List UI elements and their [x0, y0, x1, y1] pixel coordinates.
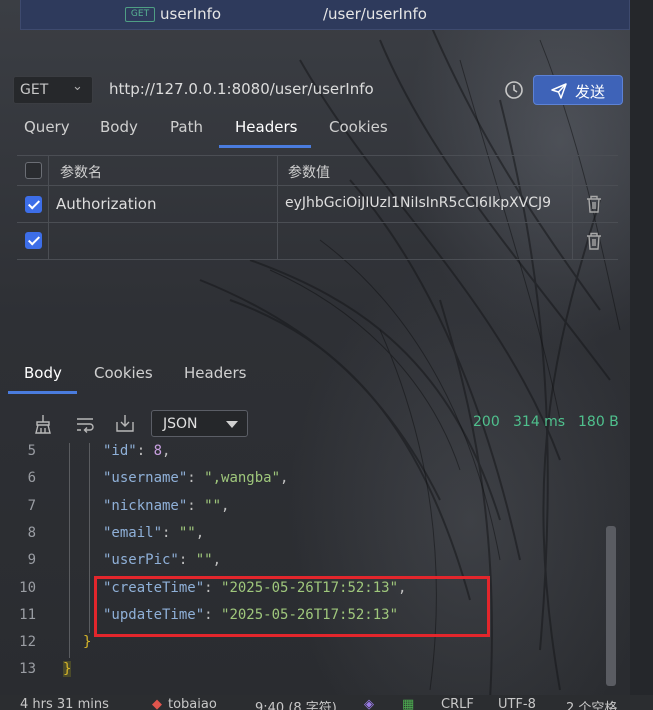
json-colon: :: [136, 443, 154, 459]
time-tracker[interactable]: 4 hrs 31 mins: [20, 697, 109, 710]
json-key: "id": [103, 443, 137, 459]
json-key: "username": [103, 470, 188, 487]
wrap-lines-icon[interactable]: [74, 413, 96, 435]
request-name: userInfo: [160, 5, 222, 23]
line-ending[interactable]: CRLF: [441, 697, 474, 710]
indent-guide: [69, 443, 70, 658]
table-border: [572, 155, 573, 259]
table-border: [17, 185, 618, 186]
indent-guide: [89, 443, 90, 633]
file-encoding[interactable]: UTF-8: [498, 697, 536, 710]
json-line: "email": "",: [103, 525, 204, 541]
row-enabled-checkbox[interactable]: [25, 196, 42, 213]
indent-setting[interactable]: 2 个空格: [566, 697, 617, 710]
delete-row-trash-icon[interactable]: [585, 194, 603, 214]
json-comma: ,: [221, 497, 230, 514]
format-broom-icon[interactable]: [32, 413, 54, 435]
tab-body[interactable]: Body: [100, 118, 138, 136]
method-badge: GET: [125, 7, 155, 22]
line-number: 13: [19, 661, 36, 678]
json-line: "id": 8,: [103, 443, 170, 459]
json-line: "username": ",wangba",: [103, 470, 288, 486]
table-border: [17, 259, 618, 260]
response-tab-body[interactable]: Body: [24, 364, 62, 382]
json-colon: :: [187, 497, 205, 514]
send-button[interactable]: 发送: [533, 75, 623, 105]
line-number: 10: [19, 579, 36, 596]
plugin-icon[interactable]: ◈: [364, 697, 374, 710]
active-tab-indicator: [219, 145, 311, 148]
line-number: 7: [27, 497, 36, 514]
closing-brace: }: [63, 661, 72, 678]
row-enabled-checkbox[interactable]: [25, 232, 42, 249]
method-select[interactable]: GET ⌄: [13, 76, 93, 104]
tab-headers[interactable]: Headers: [235, 118, 297, 136]
table-border: [48, 155, 49, 259]
response-time: 314 ms: [513, 414, 566, 430]
response-tab-cookies[interactable]: Cookies: [94, 364, 153, 382]
table-border: [17, 155, 618, 156]
closing-brace: }: [83, 634, 92, 651]
response-tab-headers[interactable]: Headers: [184, 364, 246, 382]
line-number: 8: [27, 524, 36, 541]
json-value: 8: [153, 443, 163, 459]
response-format-value: JSON: [163, 416, 198, 432]
tab-path[interactable]: Path: [170, 118, 203, 136]
caret-down-icon: [226, 421, 238, 428]
response-format-select[interactable]: JSON: [151, 410, 248, 437]
line-number: 11: [19, 606, 36, 623]
json-comma: ,: [280, 470, 289, 487]
project-name[interactable]: tobaiao: [168, 697, 217, 710]
header-value-cell[interactable]: eyJhbGciOiJIUzI1NiIsInR5cCI6IkpXVCJ9: [285, 195, 565, 211]
json-line: "nickname": "",: [103, 498, 229, 514]
json-value: "": [195, 552, 213, 569]
url-input[interactable]: http://127.0.0.1:8080/user/userInfo: [109, 80, 374, 98]
json-colon: :: [187, 470, 205, 487]
history-clock-icon[interactable]: [504, 80, 524, 100]
table-border: [277, 155, 278, 259]
grid-icon[interactable]: ▦: [402, 697, 414, 710]
send-button-label: 发送: [575, 83, 606, 101]
json-colon: :: [162, 524, 179, 541]
cursor-position[interactable]: 9:40 (8 字符): [255, 697, 337, 710]
json-comma: ,: [162, 443, 171, 459]
method-select-value: GET: [20, 82, 49, 98]
json-value: ",wangba": [204, 470, 281, 487]
line-number: 9: [27, 552, 36, 569]
send-plane-icon: [550, 82, 568, 100]
download-icon[interactable]: [114, 412, 136, 434]
tab-query[interactable]: Query: [24, 118, 70, 136]
line-number: 5: [27, 443, 36, 459]
status-code: 200: [473, 414, 500, 430]
json-key: "nickname": [103, 497, 188, 514]
header-name-cell[interactable]: Authorization: [56, 195, 156, 213]
select-all-checkbox[interactable]: [25, 162, 42, 179]
annotation-highlight-box: [94, 576, 490, 637]
chevron-down-icon: ⌄: [72, 79, 83, 94]
right-tool-strip: [630, 0, 653, 710]
json-comma: ,: [195, 524, 205, 541]
active-response-tab-indicator: [8, 391, 77, 394]
response-body-editor[interactable]: 5 "id": 8, 6 "username": ",wangba", 7 "nickna…: [0, 440, 620, 690]
json-key: "email": [103, 524, 163, 541]
delete-row-trash-icon[interactable]: [585, 231, 603, 251]
line-number: 12: [19, 634, 36, 651]
json-colon: :: [178, 552, 196, 569]
json-value: "": [204, 497, 222, 514]
json-value: "": [178, 524, 196, 541]
json-line: "userPic": "",: [103, 552, 221, 568]
editor-scrollbar[interactable]: [606, 526, 616, 686]
json-comma: ,: [212, 552, 222, 569]
table-border: [17, 222, 618, 223]
json-key: "userPic": [103, 552, 179, 569]
project-icon: ◆: [152, 697, 162, 710]
column-header-value: 参数值: [288, 165, 330, 181]
column-header-name: 参数名: [60, 165, 102, 181]
tab-cookies[interactable]: Cookies: [329, 118, 388, 136]
line-number: 6: [27, 470, 36, 487]
response-size: 180 B: [578, 414, 619, 430]
request-path: /user/userInfo: [323, 5, 427, 23]
